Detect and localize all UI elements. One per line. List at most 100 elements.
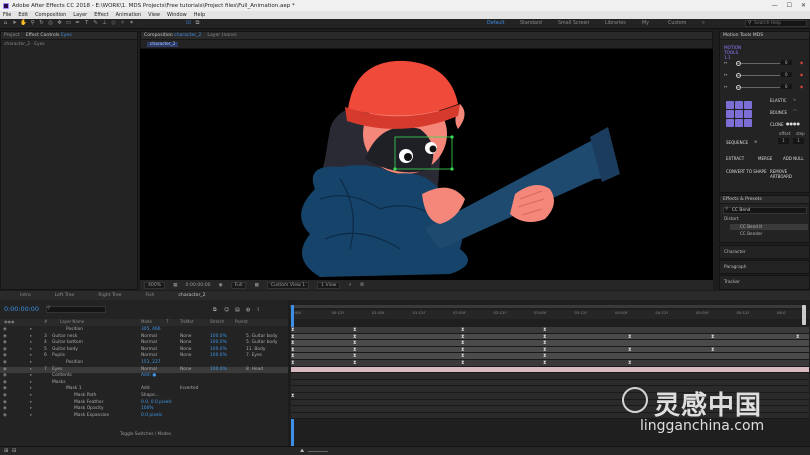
layer-duration-bar[interactable]: ⧗ ⧗ ⧗ ⧗ ⧗ ⧗ ⧗	[291, 333, 809, 341]
expand-triangle-icon[interactable]: ▸	[30, 373, 32, 378]
search-help-input[interactable]: Search Help	[745, 20, 807, 27]
layer-duration-bar[interactable]: ⧗ ⧗ ⧗ ⧗	[291, 340, 809, 347]
comp-breadcrumb-chip[interactable]: character_2	[147, 42, 179, 47]
keyframe-icon[interactable]: ⧗	[291, 393, 295, 400]
motion-blur-icon[interactable]: ◍	[246, 307, 250, 313]
tab-right-tree[interactable]: Right Tree	[98, 293, 121, 298]
blend-mode[interactable]: Normal	[141, 340, 157, 345]
views-dropdown[interactable]: 1 View	[317, 281, 341, 289]
keyframe-icon[interactable]: ⧗	[543, 334, 547, 341]
rotate-tool-icon[interactable]: ↻	[38, 20, 45, 27]
keyframe-icon[interactable]: ⧗	[711, 334, 715, 341]
tab-effect-controls[interactable]: Effect Controls Eyes	[26, 33, 72, 38]
workspace-small-screen[interactable]: Small Screen	[558, 21, 589, 26]
keyframe-icon[interactable]: ⧗	[291, 360, 295, 367]
layer-name[interactable]: Pupils	[52, 353, 65, 358]
transparency-grid-icon[interactable]: ▩	[254, 283, 258, 288]
expand-triangle-icon[interactable]: ▸	[30, 360, 32, 365]
menu-file[interactable]: File	[3, 12, 11, 18]
brush-tool-icon[interactable]: ✎	[92, 20, 99, 27]
layer-name[interactable]: Mask Expansion	[74, 413, 109, 418]
keyframe-icon[interactable]: ⧗	[353, 347, 357, 354]
graph-editor-icon[interactable]: ⌇	[257, 307, 259, 313]
work-area-bar[interactable]	[290, 305, 805, 308]
layer-row[interactable]: ◉ ▸ Contents Add: ●	[0, 373, 288, 380]
track-matte[interactable]: Inverted	[180, 386, 198, 391]
anchor-bottom[interactable]	[735, 119, 743, 127]
selection-tool-icon[interactable]: ➤	[11, 20, 18, 27]
expand-triangle-icon[interactable]: ▸	[30, 386, 32, 391]
layer-name[interactable]: Position	[66, 360, 83, 365]
blend-mode[interactable]: Shape...	[141, 393, 159, 398]
slider-z-value[interactable]: 0	[781, 84, 792, 89]
slider-z-handle[interactable]	[736, 85, 741, 90]
effects-search-input[interactable]: CC Bend	[723, 207, 807, 214]
keyframe-icon[interactable]: ⧗	[461, 353, 465, 360]
layer-name[interactable]: Mask 1	[66, 386, 82, 391]
tab-intro[interactable]: Intro	[20, 293, 31, 298]
anchor-right[interactable]	[744, 110, 752, 118]
visibility-eye-icon[interactable]: ◉	[3, 353, 7, 358]
anchor-top[interactable]	[735, 101, 743, 109]
track-matte[interactable]: None	[180, 334, 191, 339]
type-tool-icon[interactable]: T	[83, 20, 90, 27]
camera-tool-icon[interactable]: ◎	[47, 20, 54, 27]
elastic-button[interactable]: ELASTIC	[770, 98, 787, 103]
shy-icon[interactable]: ☺	[224, 307, 229, 313]
paragraph-panel[interactable]: Paragraph	[719, 260, 810, 274]
remove-artboard-button[interactable]: REMOVE ARTBOARD	[770, 169, 809, 179]
property-value[interactable]: 0.0, 0.0 pixels	[141, 400, 172, 405]
menu-animation[interactable]: Animation	[116, 12, 142, 18]
layer-name[interactable]: Guitar neck	[52, 334, 77, 339]
expand-triangle-icon[interactable]: ▸	[30, 393, 32, 398]
anchor-bottom-right[interactable]	[744, 119, 752, 127]
property-value[interactable]: Add: ●	[141, 373, 156, 378]
slider-y-track[interactable]	[736, 75, 780, 76]
character-panel[interactable]: Character	[719, 245, 810, 259]
keyframe-icon[interactable]: ⧗	[543, 340, 547, 347]
workspace-libraries[interactable]: Libraries	[605, 21, 626, 26]
snap-options-icon[interactable]: ⧉	[194, 20, 201, 27]
workspace-default[interactable]: Default	[487, 21, 505, 26]
blend-mode[interactable]: Normal	[141, 334, 157, 339]
tab-left-tree[interactable]: Left Tree	[55, 293, 75, 298]
stamp-tool-icon[interactable]: ⊥	[101, 20, 108, 27]
track-matte[interactable]: None	[180, 340, 191, 345]
blend-mode[interactable]: Add	[141, 386, 150, 391]
resolution-dropdown[interactable]: Full	[230, 281, 247, 289]
visibility-eye-icon[interactable]: ◉	[3, 413, 7, 418]
keyframe-icon[interactable]: ⧗	[353, 353, 357, 360]
expand-triangle-icon[interactable]: ▸	[30, 406, 32, 411]
parent-link[interactable]: 11. Body	[246, 347, 265, 352]
expand-triangle-icon[interactable]: ▸	[30, 367, 32, 372]
layer-row[interactable]: ◉ ▸ 4 Guitar bottom Normal None 100.0% 5. Guita…	[0, 340, 288, 347]
keyframe-icon[interactable]: ⧗	[461, 360, 465, 367]
grid-icon[interactable]: ▦	[173, 283, 177, 288]
expand-triangle-icon[interactable]: ▸	[30, 400, 32, 405]
fast-preview-icon[interactable]: ⚡	[348, 283, 351, 288]
visibility-eye-icon[interactable]: ◉	[3, 373, 7, 378]
keyframe-icon[interactable]: ⧗	[543, 360, 547, 367]
offset-input[interactable]: 1	[778, 138, 789, 144]
keyframe-icon[interactable]: ⧗	[628, 360, 632, 367]
visibility-eye-icon[interactable]: ◉	[3, 334, 7, 339]
keyframe-icon[interactable]: ⧗	[796, 334, 800, 341]
property-value[interactable]: 100%	[141, 406, 154, 411]
visibility-eye-icon[interactable]: ◉	[3, 327, 7, 332]
visibility-eye-icon[interactable]: ◉	[3, 386, 7, 391]
workspace-my[interactable]: My	[642, 21, 649, 26]
sequence-button[interactable]: SEQUENCE	[726, 140, 748, 145]
keyframe-icon[interactable]: ⧗	[461, 334, 465, 341]
keyframe-icon[interactable]: ⧗	[291, 353, 295, 360]
keyframe-icon[interactable]: ⧗	[291, 334, 295, 341]
eraser-tool-icon[interactable]: ◇	[110, 20, 117, 27]
keyframe-icon[interactable]: ⧗	[461, 340, 465, 347]
keyframe-icon[interactable]: ⧗	[353, 340, 357, 347]
composition-viewer[interactable]	[140, 49, 713, 280]
layer-row[interactable]: ◉ ▸ Mask Path Shape...	[0, 393, 288, 400]
tab-composition[interactable]: Composition character_2	[144, 33, 201, 38]
tab-motion-tools[interactable]: Motion Tools MDS	[723, 33, 763, 38]
hand-tool-icon[interactable]: ✋	[20, 20, 27, 27]
minimize-button[interactable]: —	[772, 2, 778, 9]
layer-duration-bar[interactable]: ⧗ ⧗ ⧗ ⧗	[291, 353, 809, 360]
